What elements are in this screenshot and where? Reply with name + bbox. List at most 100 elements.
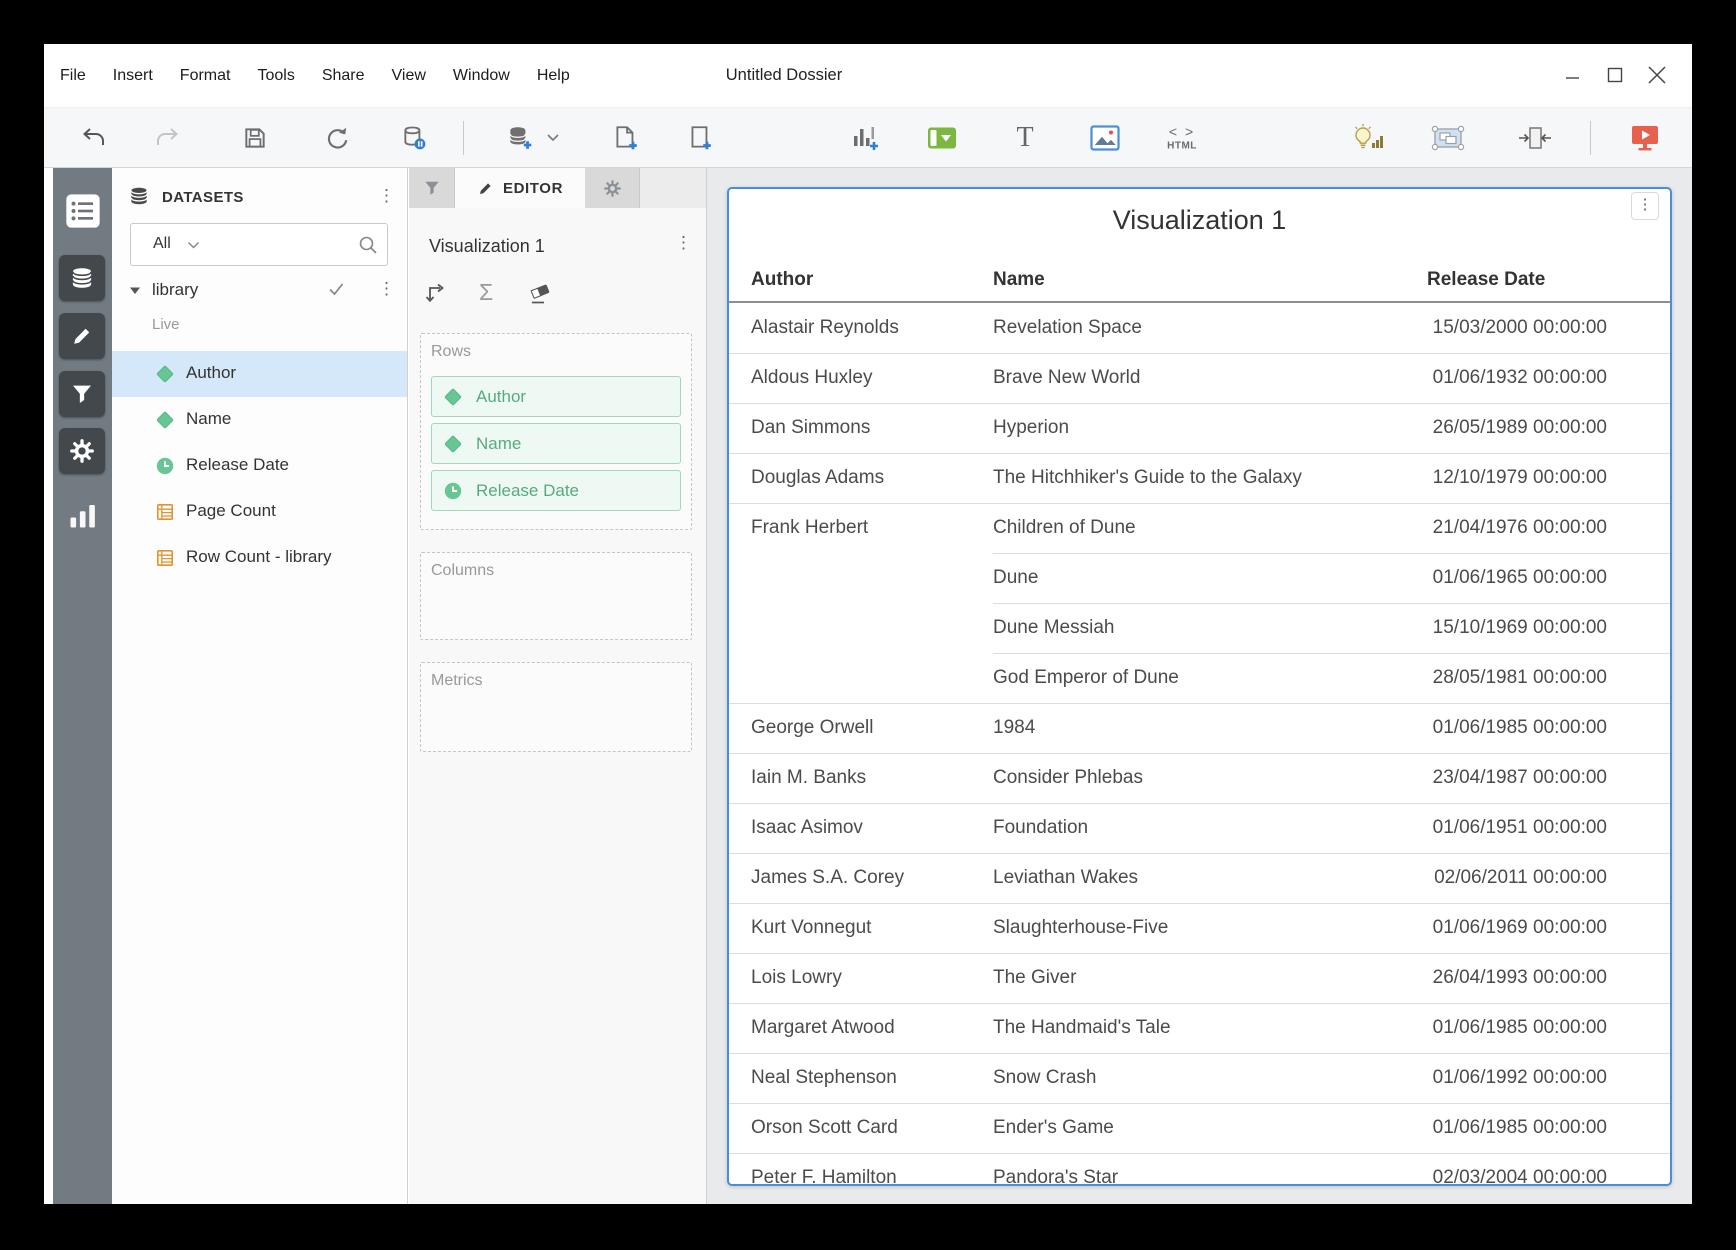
visualization-editor-menu-button[interactable]: ⋮ [675,234,692,251]
column-header-release-date[interactable]: Release Date [1427,269,1545,291]
cell-name[interactable]: Consider Phlebas [993,767,1427,789]
grid-row[interactable]: Douglas AdamsThe Hitchhiker's Guide to t… [729,453,1670,503]
cell-author[interactable]: Frank Herbert [729,517,993,539]
menu-format[interactable]: Format [180,67,231,85]
grid-row[interactable]: Alastair ReynoldsRevelation Space15/03/2… [729,303,1670,353]
columns-drop-zone[interactable]: Columns [420,552,692,640]
group-elements-button[interactable] [1430,123,1466,153]
cell-name[interactable]: The Hitchhiker's Guide to the Galaxy [993,467,1427,489]
maximize-button[interactable] [1601,61,1628,88]
add-text-button[interactable]: T [1016,124,1033,152]
dataset-item-author[interactable]: Author [112,351,407,397]
add-selector-button[interactable] [927,126,957,149]
cell-release-date[interactable]: 02/06/2011 00:00:00 [1427,867,1607,889]
menu-help[interactable]: Help [537,67,570,85]
menu-tools[interactable]: Tools [257,67,294,85]
menu-share[interactable]: Share [322,67,365,85]
grid-row[interactable]: James S.A. CoreyLeviathan Wakes02/06/201… [729,853,1670,903]
cell-author[interactable]: Neal Stephenson [729,1067,993,1089]
dataset-collapse-caret-icon[interactable] [128,285,142,296]
cell-author[interactable]: Isaac Asimov [729,817,993,839]
dataset-filter-value[interactable]: All [153,235,171,253]
undo-button[interactable] [81,126,107,150]
cell-name[interactable]: Leviathan Wakes [993,867,1427,889]
cell-author[interactable]: James S.A. Corey [729,867,993,889]
cell-release-date[interactable]: 01/06/1951 00:00:00 [1427,817,1607,839]
grid-row[interactable]: Peter F. HamiltonPandora's Star02/03/200… [729,1153,1670,1184]
cell-release-date[interactable]: 23/04/1987 00:00:00 [1427,767,1607,789]
grid-row[interactable]: Dune01/06/1965 00:00:00 [729,553,1670,603]
row-chip-name[interactable]: Name [431,423,681,464]
sidebar-item-visualization-gallery[interactable] [66,498,100,532]
rows-drop-zone[interactable]: Rows AuthorNameRelease Date [420,333,692,530]
dataset-name[interactable]: library [152,280,198,300]
column-header-name[interactable]: Name [993,269,1045,291]
add-data-chevron-icon[interactable] [546,133,560,143]
grid-row[interactable]: Neal StephensonSnow Crash01/06/1992 00:0… [729,1053,1670,1103]
sigma-totals-icon[interactable]: Σ [479,279,493,306]
dataset-search-box[interactable]: All [130,223,388,266]
grid-row[interactable]: Margaret AtwoodThe Handmaid's Tale01/06/… [729,1003,1670,1053]
grid-row[interactable]: Isaac AsimovFoundation01/06/1951 00:00:0… [729,803,1670,853]
cell-release-date[interactable]: 01/06/1965 00:00:00 [1427,567,1607,589]
sidebar-item-contents[interactable] [61,189,105,233]
tab-filter[interactable] [409,168,455,208]
cell-release-date[interactable]: 01/06/1985 00:00:00 [1427,1017,1607,1039]
grid-row[interactable]: Dune Messiah15/10/1969 00:00:00 [729,603,1670,653]
cell-author[interactable]: Lois Lowry [729,967,993,989]
menu-view[interactable]: View [392,67,426,85]
refresh-button[interactable] [324,125,350,151]
filter-chevron-icon[interactable] [187,241,200,250]
new-page-button[interactable] [686,124,714,152]
cell-release-date[interactable]: 15/10/1969 00:00:00 [1427,617,1607,639]
cell-name[interactable]: The Giver [993,967,1427,989]
cell-author[interactable]: Aldous Huxley [729,367,993,389]
sidebar-item-format[interactable] [59,313,105,359]
datasets-menu-button[interactable]: ⋮ [378,187,395,204]
cell-name[interactable]: Ender's Game [993,1117,1427,1139]
cell-name[interactable]: Hyperion [993,417,1427,439]
cell-author[interactable]: Alastair Reynolds [729,317,993,339]
cell-release-date[interactable]: 01/06/1992 00:00:00 [1427,1067,1607,1089]
search-icon[interactable] [357,234,379,256]
cell-name[interactable]: The Handmaid's Tale [993,1017,1427,1039]
cell-release-date[interactable]: 15/03/2000 00:00:00 [1427,317,1607,339]
dataset-item-row-count-library[interactable]: Row Count - library [112,535,407,581]
cell-name[interactable]: Children of Dune [993,517,1427,539]
insights-button[interactable] [1351,123,1385,153]
visualization-grid-panel[interactable]: ⋮ Visualization 1 Author Name Release Da… [727,187,1672,1186]
grid-row[interactable]: Lois LowryThe Giver26/04/1993 00:00:00 [729,953,1670,1003]
cell-name[interactable]: Dune Messiah [993,617,1427,639]
pause-data-retrieval-button[interactable] [401,125,427,151]
cell-author[interactable]: Iain M. Banks [729,767,993,789]
fit-to-window-button[interactable] [1518,124,1552,152]
cell-release-date[interactable]: 28/05/1981 00:00:00 [1427,667,1607,689]
menu-file[interactable]: File [60,67,86,85]
menu-insert[interactable]: Insert [113,67,153,85]
cell-name[interactable]: Pandora's Star [993,1167,1427,1184]
cell-release-date[interactable]: 12/10/1979 00:00:00 [1427,467,1607,489]
grid-row[interactable]: Iain M. BanksConsider Phlebas23/04/1987 … [729,753,1670,803]
grid-row[interactable]: Dan SimmonsHyperion26/05/1989 00:00:00 [729,403,1670,453]
cell-name[interactable]: Dune [993,567,1427,589]
cell-release-date[interactable]: 01/06/1985 00:00:00 [1427,717,1607,739]
dataset-item-name[interactable]: Name [112,397,407,443]
metrics-drop-zone[interactable]: Metrics [420,662,692,752]
dataset-item-page-count[interactable]: Page Count [112,489,407,535]
row-chip-release-date[interactable]: Release Date [431,470,681,511]
cell-author[interactable]: Orson Scott Card [729,1117,993,1139]
sidebar-item-datasets[interactable] [59,255,105,301]
add-visualization-button[interactable] [850,124,880,152]
cell-release-date[interactable]: 01/06/1985 00:00:00 [1427,1117,1607,1139]
minimize-button[interactable] [1559,61,1586,88]
tab-editor[interactable]: EDITOR [455,168,585,208]
cell-name[interactable]: Revelation Space [993,317,1427,339]
eraser-icon[interactable] [527,280,554,306]
redo-button[interactable] [154,126,180,150]
cell-name[interactable]: 1984 [993,717,1427,739]
cell-release-date[interactable]: 01/06/1932 00:00:00 [1427,367,1607,389]
dataset-item-release-date[interactable]: Release Date [112,443,407,489]
grid-row[interactable]: Orson Scott CardEnder's Game01/06/1985 0… [729,1103,1670,1153]
cell-author[interactable]: Peter F. Hamilton [729,1167,993,1184]
cell-release-date[interactable]: 01/06/1969 00:00:00 [1427,917,1607,939]
